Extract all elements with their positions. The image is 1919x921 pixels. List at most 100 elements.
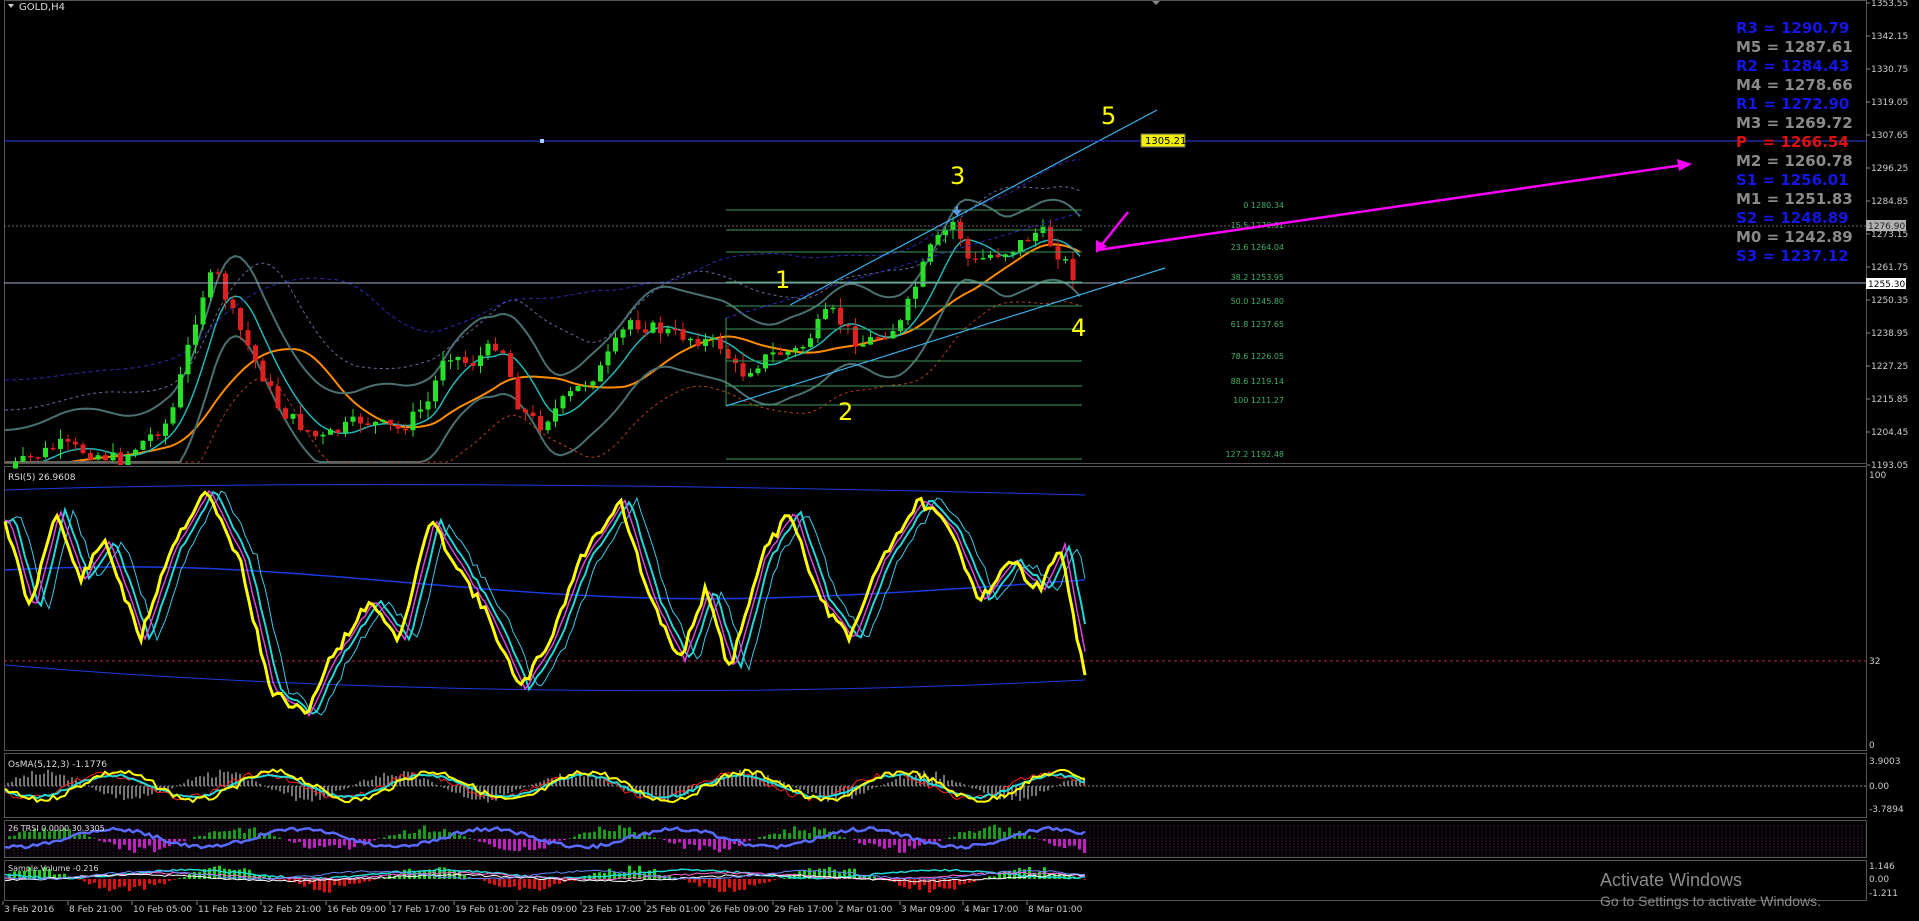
magenta-arrows xyxy=(1096,159,1692,253)
fib-level-label: 50.0 1245.80 xyxy=(1231,297,1284,306)
pivot-label: M5 = 1287.61 xyxy=(1736,38,1853,56)
shift-marker-icon[interactable] xyxy=(1152,1,1160,5)
time-tick: 8 Feb 21:00 xyxy=(69,905,123,915)
rsi-tick-0: 0 xyxy=(1869,741,1875,751)
channel-lower-line[interactable] xyxy=(725,267,1166,407)
wave-label-5: 5 xyxy=(1101,102,1116,130)
osma-tick-top: 3.9003 xyxy=(1869,757,1901,767)
wave-label-1: 1 xyxy=(775,266,790,294)
osma-lines xyxy=(4,768,1086,804)
price-tick: 1330.75 xyxy=(1871,65,1908,75)
rsi-tick-100: 100 xyxy=(1869,471,1886,481)
pivot-label: M1 = 1251.83 xyxy=(1736,190,1853,208)
price-label-1305[interactable]: 1305.21 xyxy=(1140,133,1186,148)
wave-label-4: 4 xyxy=(1071,314,1086,342)
price-tick: 1204.45 xyxy=(1871,428,1908,438)
rsi-ma-line xyxy=(4,489,1086,718)
rsi-envelope-line xyxy=(4,490,1086,716)
trend-channel xyxy=(725,109,1166,407)
price-tick: 1261.75 xyxy=(1871,263,1908,273)
time-tick: 26 Feb 09:00 xyxy=(710,905,769,915)
activate-windows-watermark: Activate Windows Go to Settings to activ… xyxy=(1600,870,1821,909)
time-tick: 8 Mar 01:00 xyxy=(1028,905,1083,915)
time-tick: 23 Feb 17:00 xyxy=(582,905,641,915)
pivot-label: M4 = 1278.66 xyxy=(1736,76,1853,94)
rsi-panel: RSI(5) 26.9608 100 32 0 xyxy=(3,471,1886,751)
pivot-label: R3 = 1290.79 xyxy=(1736,19,1849,37)
chart-canvas[interactable]: GOLD,H4 0 1280.3415.5 1270.8123.6 1264.0… xyxy=(0,0,1919,921)
watermark-title: Activate Windows xyxy=(1600,870,1743,890)
time-tick: 16 Feb 09:00 xyxy=(327,905,386,915)
price-tick: 1238.95 xyxy=(1871,329,1908,339)
fifth-tick-top: 1.146 xyxy=(1869,862,1895,872)
fibonacci-levels: 0 1280.3415.5 1270.8123.6 1264.0438.2 12… xyxy=(726,201,1284,460)
top-right-price-tag-text: 1276.90 xyxy=(1868,222,1905,232)
rsi-lower-band xyxy=(4,664,1086,692)
time-tick: 3 Feb 2016 xyxy=(4,905,55,915)
tsi-lines xyxy=(4,824,1866,857)
osma-tick-bottom: -3.7894 xyxy=(1869,805,1904,815)
rsi-lines xyxy=(3,484,1087,718)
time-tick: 22 Feb 09:00 xyxy=(518,905,577,915)
time-tick: 3 Mar 09:00 xyxy=(901,905,956,915)
collapse-triangle-icon[interactable] xyxy=(8,4,14,8)
fifth-tick-zero: 0.00 xyxy=(1869,875,1889,885)
price-tick: 1193.05 xyxy=(1871,461,1908,471)
osma-panel: OsMA(5,12,3) -1.1776 3.9003 0.00 -3.7894 xyxy=(4,757,1904,815)
pivot-label: M3 = 1269.72 xyxy=(1736,114,1853,132)
price-tick: 1250.35 xyxy=(1871,296,1908,306)
wave-label-2: 2 xyxy=(838,398,853,426)
osma-tick-zero: 0.00 xyxy=(1869,782,1889,792)
time-axis[interactable]: 3 Feb 2016 8 Feb 21:00 10 Feb 05:00 11 Feb … xyxy=(2,901,1083,915)
pivot-label: P = 1266.54 xyxy=(1736,133,1849,151)
fib-level-label: 38.2 1253.95 xyxy=(1231,273,1284,282)
price-tick: 1353.55 xyxy=(1871,0,1908,9)
time-tick: 19 Feb 01:00 xyxy=(455,905,514,915)
pivot-label: S3 = 1237.12 xyxy=(1736,247,1849,265)
price-axis[interactable]: 1353.55 1342.15 1330.75 1319.05 1307.65 1296.… xyxy=(1866,0,1908,471)
pivot-label: S2 = 1248.89 xyxy=(1736,209,1849,227)
time-tick: 29 Feb 17:00 xyxy=(774,905,833,915)
line-anchor-handle[interactable] xyxy=(540,139,544,143)
short-arrow-line xyxy=(1099,211,1129,248)
current-price-tag: 1255.30 xyxy=(1866,278,1906,290)
top-right-price-tag: 1276.90 xyxy=(1866,220,1906,232)
pivot-levels-list: R3 = 1290.79M5 = 1287.61R2 = 1284.43M4 =… xyxy=(1736,19,1853,265)
fib-level-label: 100 1211.27 xyxy=(1233,396,1284,405)
price-tick: 1307.65 xyxy=(1871,131,1908,141)
fib-level-label: 127.2 1192.48 xyxy=(1225,450,1284,459)
panel-borders xyxy=(4,0,1867,901)
long-arrow-line xyxy=(1097,162,1691,252)
fib-level-label: 78.6 1226.05 xyxy=(1231,352,1284,361)
price-tick: 1342.15 xyxy=(1871,32,1908,42)
pivot-label: M2 = 1260.78 xyxy=(1736,152,1853,170)
long-arrow-head-icon xyxy=(1677,159,1692,171)
time-tick: 11 Feb 13:00 xyxy=(198,905,257,915)
time-tick: 4 Mar 17:00 xyxy=(964,905,1019,915)
channel-upper-line[interactable] xyxy=(789,109,1158,306)
price-tick: 1319.05 xyxy=(1871,98,1908,108)
fib-level-label: 0 1280.34 xyxy=(1243,201,1284,210)
price-tick: 1296.25 xyxy=(1871,164,1908,174)
fib-level-label: 61.8 1237.65 xyxy=(1231,320,1284,329)
envelope-line xyxy=(4,159,1081,381)
symbol-header[interactable]: GOLD,H4 xyxy=(8,2,65,13)
fifth-tick-bottom: -1.211 xyxy=(1869,889,1898,899)
time-tick: 2 Mar 01:00 xyxy=(838,905,893,915)
rsi-tick-32: 32 xyxy=(1869,657,1880,667)
time-tick: 12 Feb 21:00 xyxy=(262,905,321,915)
price-tick: 1215.85 xyxy=(1871,395,1908,405)
price-panel: 0 1280.3415.5 1270.8123.6 1264.0438.2 12… xyxy=(4,19,1866,469)
time-tick: 10 Feb 05:00 xyxy=(133,905,192,915)
tsi-panel: 26 TRSI 0.0000 30.3305 xyxy=(4,824,1866,857)
price-label-1305-text: 1305.21 xyxy=(1145,136,1186,147)
fib-level-label: 23.6 1264.04 xyxy=(1231,243,1284,252)
pivot-label: M0 = 1242.89 xyxy=(1736,228,1853,246)
pivot-label: R1 = 1272.90 xyxy=(1736,95,1849,113)
watermark-subtitle: Go to Settings to activate Windows. xyxy=(1600,893,1821,909)
symbol-label: GOLD,H4 xyxy=(19,2,65,13)
fib-level-label: 88.6 1219.14 xyxy=(1231,377,1284,386)
tsi-title: 26 TRSI 0.0000 30.3305 xyxy=(8,824,105,833)
rsi-upper-band xyxy=(4,484,1086,496)
fifth-title: Sample Volume -0.216 xyxy=(8,864,99,873)
